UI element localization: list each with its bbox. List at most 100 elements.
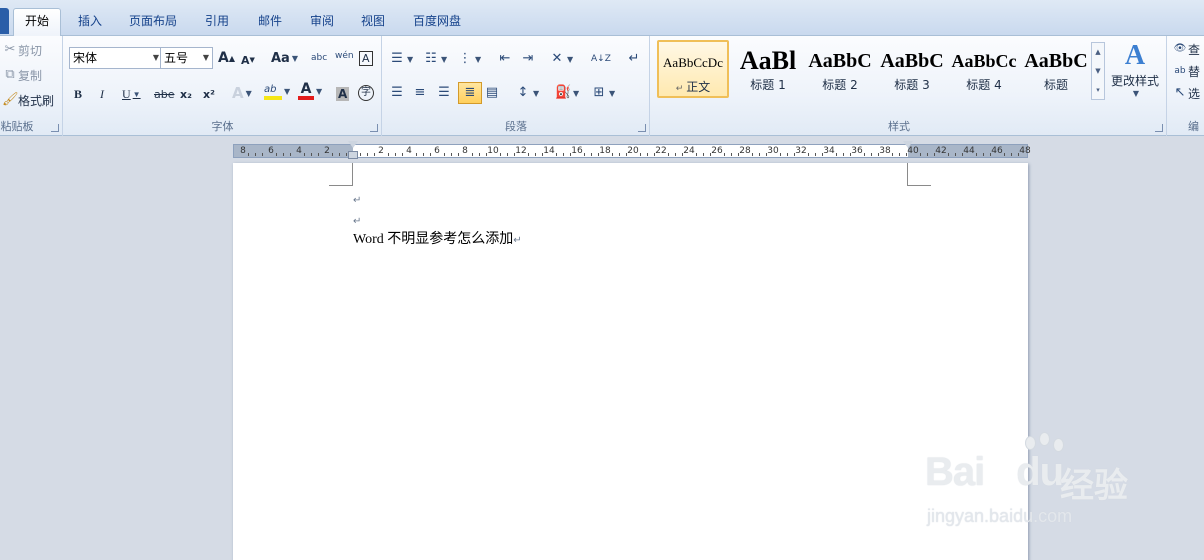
ruler-tick: [927, 153, 928, 156]
editing-group: 👁 查 ab 替 ↖ 选 编: [1168, 36, 1204, 136]
font-launcher-icon[interactable]: [370, 124, 378, 132]
style-heading-1[interactable]: AaBl 标题 1: [733, 40, 803, 98]
style-heading-2[interactable]: AaBbC 标题 2: [805, 40, 875, 98]
sort-button[interactable]: A↓Z: [591, 49, 611, 69]
decrease-indent-button[interactable]: ⇤: [497, 49, 513, 69]
left-indent-marker[interactable]: [348, 151, 358, 159]
find-button[interactable]: 👁 查: [1172, 39, 1200, 59]
ruler-tick: [962, 153, 963, 156]
empty-paragraph[interactable]: ↵: [353, 191, 361, 210]
document-page[interactable]: ↵ ↵ Word 不明显参考怎么添加↵: [233, 163, 1028, 560]
underline-button[interactable]: U ▼: [122, 84, 141, 104]
align-center-button[interactable]: ≡: [412, 83, 428, 103]
bullets-button[interactable]: ☰ ▼: [389, 49, 413, 69]
ruler-tick: [703, 153, 704, 156]
font-size-select[interactable]: 五号 ▼: [160, 47, 213, 69]
paragraph-mark: ↵: [353, 216, 362, 227]
first-line-indent-marker[interactable]: [348, 141, 358, 148]
character-shading-button[interactable]: A: [336, 84, 350, 104]
ruler-tick: [955, 153, 956, 156]
ruler-tick: [976, 153, 977, 156]
styles-launcher-icon[interactable]: [1155, 124, 1163, 132]
chinese-layout-button[interactable]: ✕ ▼: [549, 49, 574, 69]
text-effect-button[interactable]: A ▼: [232, 83, 252, 103]
ruler-tick: [451, 153, 452, 156]
replace-button[interactable]: ab 替: [1172, 61, 1200, 81]
tab-page-layout[interactable]: 页面布局: [121, 10, 185, 36]
empty-paragraph[interactable]: ↵: [353, 212, 361, 231]
tab-review[interactable]: 审阅: [302, 10, 342, 36]
change-styles-button[interactable]: A 更改样式 ▼: [1109, 40, 1161, 108]
align-left-button[interactable]: ☰: [389, 83, 405, 103]
ruler-tick: [612, 153, 613, 156]
file-tab[interactable]: [0, 8, 9, 34]
ruler-tick: [283, 153, 284, 156]
shading-button[interactable]: ⛽ ▼: [555, 83, 579, 103]
ruler-tick: [395, 153, 396, 156]
justify-button[interactable]: ≣: [458, 82, 482, 104]
character-border-button[interactable]: A: [359, 48, 373, 68]
distributed-button[interactable]: ▤: [484, 83, 500, 103]
strikethrough-button[interactable]: abe: [154, 84, 175, 104]
horizontal-ruler[interactable]: 8 6 4 2 2 4 6 8 10 12 14 16 18 20 22 24 26 28 30 32 34 36 38 40…: [233, 141, 1031, 159]
style-heading-4[interactable]: AaBbCc 标题 4: [949, 40, 1019, 98]
cut-button[interactable]: ✂ 剪切: [2, 40, 42, 60]
italic-button[interactable]: I: [100, 84, 104, 104]
paragraph-launcher-icon[interactable]: [638, 124, 646, 132]
clipboard-launcher-icon[interactable]: [51, 124, 59, 132]
highlight-button[interactable]: ab ▼: [264, 81, 290, 101]
font-family-select[interactable]: 宋体 ▼: [69, 47, 163, 69]
show-marks-button[interactable]: ↵: [626, 49, 642, 69]
ruler-tick: [934, 153, 935, 156]
ruler-number: 40: [907, 146, 919, 156]
style-normal[interactable]: AaBbCcDc ↵ 正文: [657, 40, 729, 98]
phonetic-guide-button[interactable]: wén: [335, 46, 354, 66]
bold-button[interactable]: B: [74, 84, 82, 104]
styles-gallery-scrollbar[interactable]: ▲ ▼ ▾: [1091, 42, 1105, 100]
line-spacing-button[interactable]: ↕ ▼: [515, 83, 540, 103]
ruler-number: 46: [991, 146, 1003, 156]
format-painter-button[interactable]: 🖌 格式刷: [2, 90, 54, 110]
superscript-button[interactable]: x²: [203, 84, 215, 104]
tab-references[interactable]: 引用: [197, 10, 237, 36]
copy-button[interactable]: ⧉ 复制: [2, 65, 42, 85]
style-title[interactable]: AaBbC 标题: [1021, 40, 1091, 98]
font-color-button[interactable]: A ▼: [298, 81, 322, 101]
ribbon: ✂ 剪切 ⧉ 复制 🖌 格式刷 粘贴板 宋体 ▼ 五号 ▼ A ▲ A ▼ Aa ▼ ab…: [0, 36, 1204, 136]
document-text-line[interactable]: Word 不明显参考怎么添加↵: [353, 231, 522, 250]
ruler-tick: [423, 153, 424, 156]
ruler-tick: [598, 153, 599, 156]
change-case-button[interactable]: Aa ▼: [271, 48, 298, 68]
align-right-button[interactable]: ☰: [436, 83, 452, 103]
ruler-tick: [500, 153, 501, 156]
ruler-tick: [262, 153, 263, 156]
ruler-tick: [675, 153, 676, 156]
tab-view[interactable]: 视图: [353, 10, 393, 36]
ruler-number: 44: [963, 146, 975, 156]
borders-button[interactable]: ⊞ ▼: [591, 83, 616, 103]
ruler-tick: [563, 153, 564, 156]
ruler-number: 4: [406, 146, 412, 156]
clear-format-button[interactable]: abc: [311, 48, 327, 68]
tab-baidu-netdisk[interactable]: 百度网盘: [405, 10, 469, 36]
select-button[interactable]: ↖ 选: [1172, 83, 1200, 103]
multilevel-list-button[interactable]: ⋮ ▼: [457, 49, 482, 69]
ruler-tick: [332, 153, 333, 156]
tab-mailings[interactable]: 邮件: [250, 10, 290, 36]
increase-indent-button[interactable]: ⇥: [520, 49, 536, 69]
shrink-font-button[interactable]: A ▼: [241, 50, 255, 70]
ruler-tick: [871, 153, 872, 156]
tab-home[interactable]: 开始: [13, 8, 61, 37]
grow-font-button[interactable]: A ▲: [218, 48, 235, 68]
style-heading-3[interactable]: AaBbC 标题 3: [877, 40, 947, 98]
ruler-tick: [472, 153, 473, 156]
font-color-icon: A: [298, 81, 314, 101]
chevron-down-icon: ▼: [202, 53, 209, 62]
ruler-tick: [696, 153, 697, 156]
tab-insert[interactable]: 插入: [70, 10, 110, 36]
numbering-button[interactable]: ☷ ▼: [423, 49, 447, 69]
ruler-tick: [276, 153, 277, 156]
enclose-characters-button[interactable]: 字: [358, 83, 374, 103]
subscript-button[interactable]: x₂: [180, 84, 192, 104]
ruler-tick: [374, 153, 375, 156]
